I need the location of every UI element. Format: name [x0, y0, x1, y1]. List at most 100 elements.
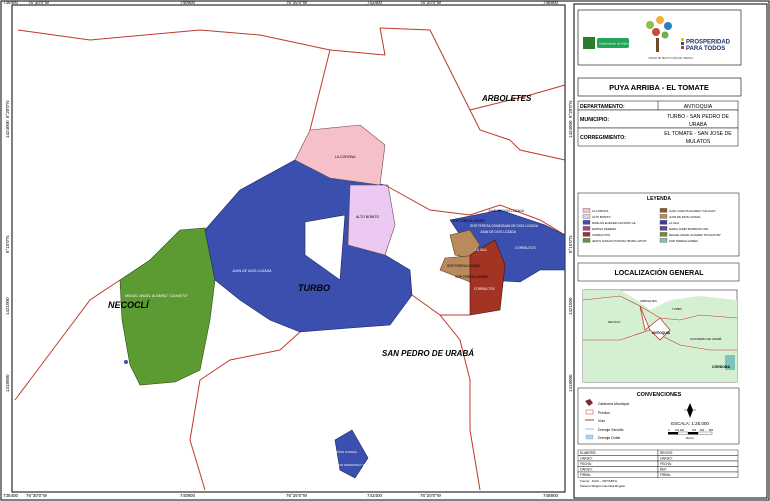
logo-prosperidad: PROSPERIDAD PARA TODOS: [681, 38, 731, 52]
svg-text:ANTIOQUIA: ANTIOQUIA: [684, 104, 713, 110]
svg-text:76°20'0"W: 76°20'0"W: [420, 493, 442, 498]
svg-text:MULATOS: MULATOS: [686, 139, 711, 145]
svg-text:76°25'0"W: 76°25'0"W: [286, 493, 308, 498]
label-south-a: JUAN DE DIOS LOZADA: [323, 450, 357, 454]
svg-text:76°25'0"W: 76°25'0"W: [286, 0, 308, 5]
legend-swatch: [659, 208, 668, 213]
svg-text:8°20'0"N: 8°20'0"N: [568, 100, 573, 118]
legend-label: ALTO BONITO: [592, 215, 611, 219]
svg-text:PARA TODOS: PARA TODOS: [686, 46, 725, 52]
label-east-10: CORRALITOS: [474, 287, 495, 291]
svg-text:76°20'0"W: 76°20'0"W: [420, 0, 442, 5]
svg-text:1418000: 1418000: [5, 374, 10, 392]
svg-text:PROSPERIDAD: PROSPERIDAD: [686, 40, 731, 46]
footer-label-right: CARGO:: [660, 457, 673, 461]
footer-label-right: FECHA:: [660, 462, 672, 466]
svg-text:76°30'0"W: 76°30'0"W: [28, 0, 50, 5]
footer-label-left: FECHA:: [580, 462, 592, 466]
label-necocli: NECOCLÍ: [108, 300, 150, 310]
legend-swatch: [582, 238, 591, 243]
logo-gobernacion: Gobernación de Antioquia: [583, 37, 634, 49]
svg-text:Drenaje Sencillo: Drenaje Sencillo: [598, 428, 624, 432]
svg-text:ANTIOQUIA: ANTIOQUIA: [652, 331, 671, 335]
svg-text:743400: 743400: [367, 493, 383, 498]
svg-text:CÓRDOBA: CÓRDOBA: [712, 364, 731, 369]
footer-label-left: ELABORÓ:: [580, 450, 596, 455]
svg-text:740900: 740900: [180, 0, 196, 5]
svg-text:Drenaje Doble: Drenaje Doble: [598, 436, 620, 440]
svg-text:URABA: URABA: [689, 122, 707, 128]
label-miguel-angel: MIGUEL ANGEL ALVAREZ "CAUNETO": [125, 294, 189, 298]
svg-text:TURBO - SAN PEDRO DE: TURBO - SAN PEDRO DE: [667, 114, 730, 120]
label-east-3: SOR TERESA GOMEZ: [470, 224, 503, 228]
label-san-pedro: SAN PEDRO DE URABÁ: [382, 349, 474, 358]
parcel-alto-bonito[interactable]: [347, 184, 396, 256]
legend-label: JUAN CARLOS SUAREZ "CALICHO": [669, 209, 716, 213]
legend-label: LA CORONA: [592, 209, 608, 213]
svg-text:MUNICIPIO:: MUNICIPIO:: [580, 117, 609, 123]
legend-label: JESUS IGNACIO POSADA "BORO LATON": [592, 239, 647, 243]
svg-text:1418000: 1418000: [568, 374, 573, 392]
label-east-6: CORRALITOS: [515, 246, 536, 250]
svg-text:Vías: Vías: [598, 419, 605, 423]
legend-swatch: [582, 232, 591, 237]
legend-label: SOR TERESA GOMEZ: [669, 239, 698, 243]
svg-text:8°15'0"N: 8°15'0"N: [568, 235, 573, 253]
svg-text:100 200: 100 200: [675, 429, 685, 432]
cabecera-dot: [124, 360, 128, 364]
svg-text:Predios: Predios: [598, 411, 610, 415]
info-table: DEPARTAMENTO: ANTIOQUIA MUNICIPIO: TURBO…: [577, 100, 739, 147]
legend-label: MARINO PEREIRA: [592, 227, 616, 231]
footer-label-right: REF:: [660, 468, 667, 472]
scale-label: ESCALA: 1:25.000: [671, 421, 709, 426]
label-east-5: LA ISLA: [475, 248, 487, 252]
legend-label: MIGUEL ANGEL ALVAREZ "PUCHONTE": [669, 233, 721, 237]
footer-grid: ELABORÓ: REVISÓ:CARGO: CARGO:FECHA: FECHA:C…: [577, 449, 739, 478]
svg-text:8°15'0"N: 8°15'0"N: [5, 235, 10, 253]
label-alto-bonito: ALTO BONITO: [356, 215, 379, 219]
label-juan-de-dios: JUAN DE DIOS LOZADA: [231, 269, 272, 273]
svg-text:Metros: Metros: [686, 437, 694, 440]
conv-title: CONVENCIONES: [637, 392, 682, 398]
svg-text:743400: 743400: [367, 0, 383, 5]
label-east-8: SOR TERESA GOMEZ: [447, 264, 480, 268]
svg-text:1421000: 1421000: [5, 297, 10, 315]
legend-title: LEYENDA: [647, 196, 671, 202]
label-south-b: SAN FRANCISCO TORRES: [337, 463, 375, 467]
panel-title: PUYA ARRIBA - EL TOMATE: [609, 83, 709, 92]
label-arboletes: ARBOLETES: [481, 94, 532, 103]
legend-swatch: [582, 214, 591, 219]
legend-label: JUAN DE DIOS LOZADA: [669, 215, 701, 219]
legend-swatch: [659, 220, 668, 225]
svg-text:Cabecera Municipal: Cabecera Municipal: [598, 402, 629, 406]
svg-text:EL TOMATE - SAN JOSE DE: EL TOMATE - SAN JOSE DE: [664, 131, 732, 137]
legend-swatch: [659, 214, 668, 219]
footer-label-left: CARGO:: [580, 468, 593, 472]
map-frame: ARBOLETES TURBO NECOCLÍ SAN PEDRO DE URA…: [0, 0, 770, 501]
legend-swatch: [659, 232, 668, 237]
footer-label-left: FIRMA:: [580, 473, 591, 477]
svg-text:TURBO: TURBO: [672, 307, 683, 311]
svg-text:1424000: 1424000: [568, 120, 573, 138]
svg-text:DEPARTAMENTO:: DEPARTAMENTO:: [580, 104, 625, 110]
legend-swatch: [659, 226, 668, 231]
label-east-9: SOR TERESA GOMEZ: [455, 275, 488, 279]
label-east-1: JUAN DE DIOS LOZADA: [488, 209, 525, 213]
minimap[interactable]: ARBOLETES TURBO NECOCLÍ SAN PEDRO DE URA…: [582, 289, 738, 383]
svg-text:1421000: 1421000: [568, 297, 573, 315]
svg-text:800: 800: [709, 429, 714, 432]
svg-text:NECOCLÍ: NECOCLÍ: [608, 320, 621, 324]
svg-text:736400: 736400: [3, 493, 19, 498]
label-east-2: SOR TERESA GOMEZ: [452, 219, 485, 223]
svg-text:740900: 740900: [180, 493, 196, 498]
source-2: Sistema Magna Colombia Bogotá: [580, 484, 625, 488]
label-la-corona: LA CORONA: [335, 155, 356, 159]
svg-text:400: 400: [692, 429, 697, 432]
svg-text:600: 600: [700, 429, 705, 432]
legend-label: CORRALITOS: [592, 233, 610, 237]
legend-label: MARLON ELIECER CASTAÑO GIL: [592, 220, 637, 225]
svg-text:8°20'0"N: 8°20'0"N: [5, 100, 10, 118]
svg-text:1424000: 1424000: [5, 120, 10, 138]
svg-text:76°30'0"W: 76°30'0"W: [26, 493, 48, 498]
legend-label: LA ISLA: [669, 221, 679, 225]
